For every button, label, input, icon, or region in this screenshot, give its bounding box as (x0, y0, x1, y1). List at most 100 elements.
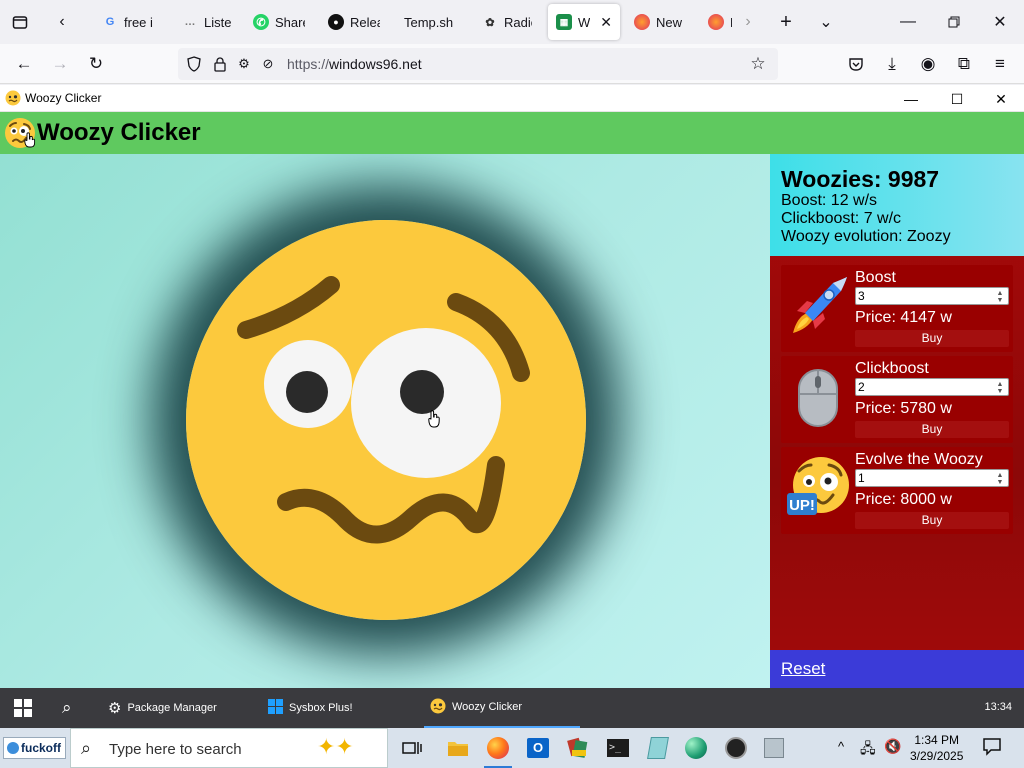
menu-icon[interactable]: ≡ (990, 54, 1010, 74)
window-minimize-button[interactable]: — (900, 88, 922, 110)
file-explorer-icon[interactable] (444, 734, 472, 762)
taskbar-clock[interactable]: 1:34 PM 3/29/2025 (910, 732, 963, 764)
boost-rate: Boost: 12 w/s (781, 192, 878, 209)
lock-icon[interactable] (210, 54, 230, 74)
shop-item-price: Price: 4147 w (855, 309, 952, 326)
stats-panel: Woozies: 9987 Boost: 12 w/s Clickboost: … (770, 154, 1024, 256)
reset-link[interactable]: Reset (781, 659, 825, 679)
window-maximize-button[interactable]: ☐ (946, 88, 968, 110)
woozy-face-icon[interactable] (186, 220, 586, 620)
downloads-icon[interactable]: ⤓ (882, 54, 902, 74)
github-icon: ● (328, 14, 344, 30)
back-icon[interactable]: ← (14, 54, 34, 74)
buy-evolve-button[interactable]: Buy (855, 512, 1009, 529)
close-browser-icon[interactable]: ✕ (990, 12, 1010, 32)
browser-tab[interactable]: N (700, 4, 740, 40)
w96-task-label: Woozy Clicker (452, 701, 523, 713)
radio-icon: ✿ (485, 16, 495, 29)
quantity-spinner-icon[interactable]: ▲ ▼ (995, 290, 1005, 304)
quantity-spinner-icon[interactable]: ▲ ▼ (995, 472, 1005, 486)
w96-task-woozy-clicker[interactable]: Woozy Clicker (424, 688, 580, 728)
pocket-icon[interactable] (846, 54, 866, 74)
browser-tab[interactable]: ✆ Share (245, 4, 313, 40)
browser-tab[interactable]: … Liste (174, 4, 242, 40)
woozy-clicker-window: Woozy Clicker — ☐ ✕ Woozy Clicker Woozie… (0, 85, 1024, 688)
buy-boost-button[interactable]: Buy (855, 330, 1009, 347)
notepad-icon[interactable] (644, 734, 672, 762)
w96-task-package-manager[interactable]: ⚙ Package Manager (102, 688, 254, 728)
shield-icon[interactable] (184, 54, 204, 74)
woozy-icon (430, 698, 446, 717)
firefox-icon[interactable] (484, 734, 512, 768)
browser-tab[interactable]: ● Relea (320, 4, 388, 40)
shop-item-price: Price: 5780 w (855, 400, 952, 417)
w96-start-icon[interactable] (14, 699, 32, 722)
buy-clickboost-button[interactable]: Buy (855, 421, 1009, 438)
address-bar[interactable]: ⚙ ⊘ https://windows96.net ☆ (178, 48, 778, 80)
evolve-quantity-input[interactable] (855, 469, 1009, 487)
w96-task-sysbox[interactable]: Sysbox Plus! (262, 688, 414, 728)
extensions-icon[interactable]: ⧉ (954, 54, 974, 74)
browser-tab[interactable]: New (626, 4, 692, 40)
app-window-icon[interactable] (760, 734, 788, 762)
browser-tab[interactable]: ✿ Radio (474, 4, 540, 40)
show-hidden-icons[interactable]: ^ (838, 739, 844, 754)
winrar-icon[interactable] (564, 734, 592, 762)
volume-muted-icon[interactable]: 🔇 (884, 738, 901, 755)
search-icon: ⌕ (81, 738, 92, 758)
browser-tab-active[interactable]: ▦ Wi ✕ (548, 4, 620, 40)
browser-tab[interactable]: Temp.sh | (396, 4, 464, 40)
tab-label: Wi (578, 14, 591, 30)
w96-task-label: Sysbox Plus! (289, 702, 353, 714)
woozies-count: Woozies: 9987 (781, 166, 940, 192)
notifications-icon[interactable] (982, 736, 1002, 761)
obs-icon[interactable] (722, 734, 750, 762)
restore-icon[interactable] (944, 12, 964, 32)
game-title: Woozy Clicker (37, 119, 201, 146)
reload-icon[interactable]: ↻ (86, 54, 106, 74)
list-all-tabs-icon[interactable]: ⌄ (816, 12, 836, 32)
task-view-icon[interactable] (398, 734, 426, 762)
start-label: fuckoff (21, 741, 61, 755)
shop-item-name: Boost (855, 269, 896, 286)
clickboost-quantity-input[interactable] (855, 378, 1009, 396)
w96-taskbar: ⌕ ⚙ Package Manager Sysbox Plus! Woozy C… (0, 688, 1024, 728)
quantity-spinner-icon[interactable]: ▲ ▼ (995, 381, 1005, 395)
document-icon: … (184, 16, 196, 28)
autoplay-blocked-icon[interactable]: ⊘ (258, 54, 278, 74)
window-title: Woozy Clicker (25, 91, 102, 105)
hand-cursor-icon (24, 132, 36, 148)
tab-label: Temp.sh | (404, 14, 456, 30)
url-text[interactable]: https://windows96.net (287, 56, 422, 72)
url-scheme: https:// (287, 56, 330, 72)
close-tab-icon[interactable]: ✕ (600, 14, 612, 31)
woozy-click-target[interactable] (186, 220, 586, 620)
globe-icon (7, 742, 19, 754)
bookmark-star-icon[interactable]: ☆ (748, 54, 768, 74)
clickboost-rate: Clickboost: 7 w/c (781, 210, 902, 227)
search-placeholder: Type here to search (109, 741, 242, 758)
start-button[interactable]: fuckoff (3, 737, 66, 759)
new-tab-icon[interactable]: + (776, 11, 796, 33)
windows-taskbar: fuckoff ⌕ Type here to search ✦✦ O >_ ^ … (0, 728, 1024, 768)
permissions-icon[interactable]: ⚙ (234, 54, 254, 74)
tab-scroll-left-icon[interactable]: ‹ (52, 12, 72, 32)
url-host: windows96.net (329, 56, 422, 72)
network-icon[interactable]: 🖧 (860, 738, 876, 762)
tab-scroll-right-icon[interactable]: › (738, 12, 758, 32)
shop-item-name: Clickboost (855, 360, 929, 377)
window-close-button[interactable]: ✕ (990, 88, 1012, 110)
w96-search-icon[interactable]: ⌕ (62, 698, 72, 718)
taskbar-search-box[interactable]: ⌕ Type here to search ✦✦ (70, 728, 388, 768)
account-icon[interactable]: ◉ (918, 54, 938, 74)
terminal-icon[interactable]: >_ (604, 734, 632, 762)
minimize-icon[interactable]: — (898, 12, 918, 32)
boost-quantity-input[interactable] (855, 287, 1009, 305)
tab-label: free i (124, 14, 153, 30)
browser-tab[interactable]: G free i (94, 4, 166, 40)
outlook-icon[interactable]: O (524, 734, 552, 762)
tab-overview-icon[interactable] (10, 12, 30, 32)
globe-app-icon[interactable] (682, 734, 710, 762)
forward-icon[interactable]: → (50, 54, 70, 74)
window-titlebar[interactable]: Woozy Clicker — ☐ ✕ (0, 85, 1024, 112)
